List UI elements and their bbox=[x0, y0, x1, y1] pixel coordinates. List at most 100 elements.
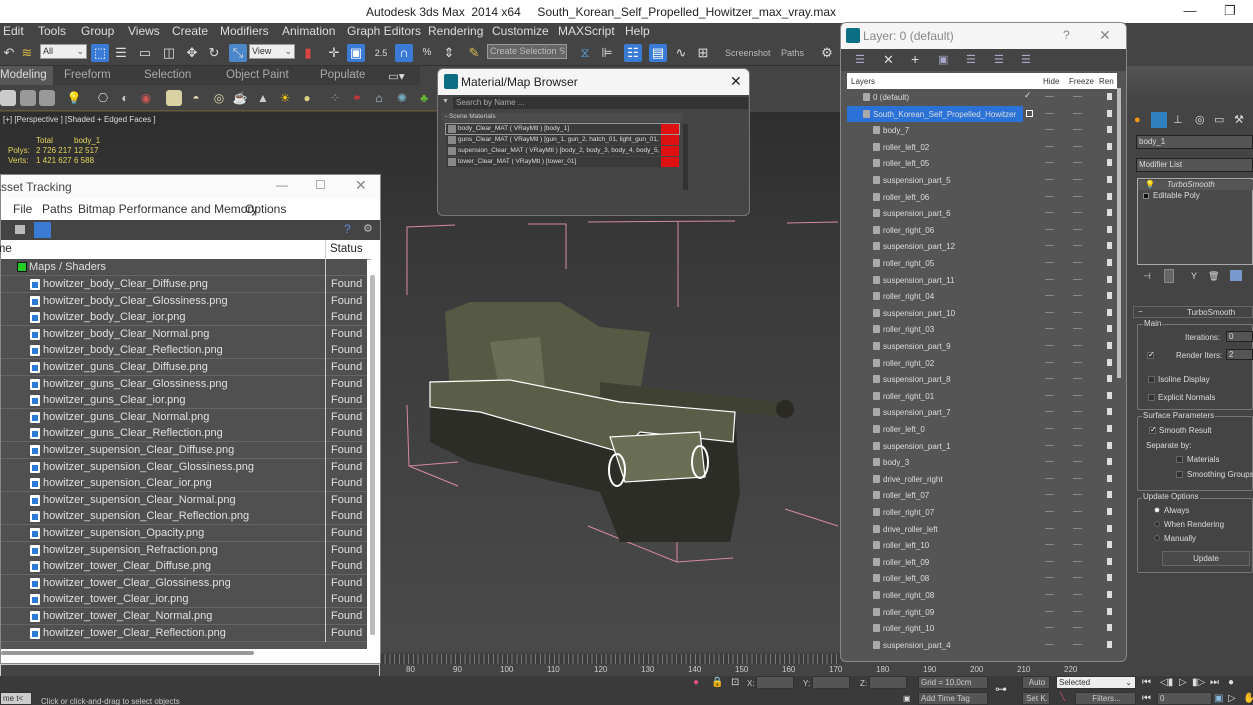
close-icon[interactable]: ✕ bbox=[1099, 27, 1111, 44]
asset-row[interactable]: howitzer_tower_Clear_Glossiness.png Found bbox=[1, 574, 367, 592]
asset-row[interactable]: howitzer_supension_Clear_Reflection.png F… bbox=[1, 508, 367, 526]
object-row[interactable]: suspension_part_10 bbox=[847, 305, 1113, 322]
half-sphere-icon[interactable]: ◐ bbox=[117, 90, 133, 106]
turbosmooth-rollout-header[interactable]: − TurboSmooth bbox=[1133, 306, 1253, 318]
transform-mode-icon[interactable]: ⊡ bbox=[731, 677, 739, 688]
play-icon[interactable]: ▷ bbox=[1179, 677, 1187, 688]
object-row[interactable]: roller_left_07 bbox=[847, 487, 1113, 504]
key-mode-icon[interactable]: ⊶ bbox=[995, 682, 1007, 696]
spinner-snap-icon[interactable]: ⇕ bbox=[440, 44, 458, 62]
vertical-scrollbar[interactable] bbox=[683, 124, 688, 190]
render-toggle-icon[interactable] bbox=[1107, 176, 1112, 183]
grid-icon[interactable] bbox=[39, 90, 55, 106]
time-tag-icon[interactable]: ▣ bbox=[903, 694, 911, 703]
render-toggle-icon[interactable] bbox=[1107, 508, 1112, 515]
thumbnail-view-icon[interactable] bbox=[15, 225, 25, 234]
hide-toggle[interactable] bbox=[1045, 145, 1054, 147]
render-toggle-icon[interactable] bbox=[1107, 425, 1112, 432]
auto-key-button[interactable]: Auto bbox=[1022, 676, 1050, 689]
hierarchy-tab-icon[interactable]: ⊥ bbox=[1173, 113, 1183, 126]
rotate-icon[interactable]: ↻ bbox=[205, 44, 223, 62]
material-row[interactable]: guns_Clear_MAT ( VRayMtl ) [gun_1, gun_2… bbox=[446, 135, 679, 145]
menu-create[interactable]: Create bbox=[172, 24, 208, 38]
hide-toggle[interactable] bbox=[1045, 544, 1054, 546]
asset-row[interactable]: howitzer_guns_Clear_Reflection.png Found bbox=[1, 425, 367, 443]
object-row[interactable]: roller_right_04 bbox=[847, 288, 1113, 305]
move-icon[interactable]: ✥ bbox=[183, 44, 201, 62]
hide-all-icon[interactable]: ☰ bbox=[994, 53, 1004, 66]
asset-row[interactable]: howitzer_guns_Clear_ior.png Found bbox=[1, 392, 367, 410]
remove-modifier-icon[interactable]: 🗑 bbox=[1208, 271, 1219, 282]
hide-toggle[interactable] bbox=[1045, 129, 1054, 131]
make-unique-icon[interactable]: Y bbox=[1191, 271, 1197, 281]
render-toggle-icon[interactable] bbox=[1107, 375, 1112, 383]
object-row[interactable]: suspension_part_8 bbox=[847, 371, 1113, 388]
hide-toggle[interactable] bbox=[1045, 212, 1054, 214]
lock-icon[interactable]: 🔒 bbox=[711, 677, 723, 688]
object-row[interactable]: suspension_part_7 bbox=[847, 404, 1113, 421]
keyboard-shortcut-toggle-icon[interactable]: ▣ bbox=[347, 44, 365, 62]
object-row[interactable]: suspension_part_9 bbox=[847, 338, 1113, 355]
zoom-extents-icon[interactable]: ▣ bbox=[1214, 693, 1223, 704]
object-row[interactable]: roller_right_09 bbox=[847, 604, 1113, 621]
tab-object-paint[interactable]: Object Paint bbox=[226, 69, 289, 81]
render-toggle-icon[interactable] bbox=[1107, 292, 1112, 300]
menu-rendering[interactable]: Rendering bbox=[428, 24, 483, 38]
stack-item-editable-poly[interactable]: Editable Poly bbox=[1138, 191, 1253, 201]
render-toggle-icon[interactable] bbox=[1107, 325, 1112, 333]
maxscript-mini-listener[interactable]: me t< bbox=[0, 692, 32, 705]
iterations-spinner[interactable]: 0 bbox=[1226, 331, 1253, 342]
align-icon[interactable]: ⊫ bbox=[598, 44, 616, 62]
menu-tools[interactable]: Tools bbox=[38, 24, 66, 38]
tab-populate[interactable]: Populate bbox=[320, 69, 365, 81]
settings-icon[interactable]: ⚙ bbox=[363, 222, 373, 235]
render-toggle-icon[interactable] bbox=[1107, 342, 1112, 349]
object-row[interactable]: suspension_part_1 bbox=[847, 438, 1113, 455]
column-freeze[interactable]: Freeze bbox=[1069, 77, 1094, 86]
object-row[interactable]: roller_right_06 bbox=[847, 222, 1113, 239]
object-row[interactable]: body_3 bbox=[847, 454, 1113, 471]
add-time-tag-button[interactable]: Add Time Tag bbox=[918, 692, 988, 705]
object-row[interactable]: body_7 bbox=[847, 122, 1113, 139]
hide-toggle[interactable] bbox=[1045, 345, 1054, 346]
column-render[interactable]: Ren bbox=[1099, 77, 1114, 86]
freeze-toggle[interactable] bbox=[1073, 594, 1082, 595]
hide-toggle[interactable] bbox=[1045, 477, 1054, 479]
asset-row[interactable]: howitzer_tower_Clear_Reflection.png Found bbox=[1, 624, 367, 642]
key-filters-button[interactable]: Filters... bbox=[1075, 692, 1136, 705]
isolate-icon[interactable]: ● bbox=[693, 677, 699, 688]
asset-row[interactable]: howitzer_tower_Clear_Diffuse.png Found bbox=[1, 558, 367, 576]
object-row[interactable]: roller_right_10 bbox=[847, 620, 1113, 637]
camera-icon[interactable]: ⎔ bbox=[95, 90, 111, 106]
render-toggle-icon[interactable] bbox=[1107, 474, 1112, 482]
search-options-icon[interactable]: ▼ bbox=[442, 98, 449, 105]
render-iters-checkbox[interactable] bbox=[1147, 350, 1155, 359]
object-row[interactable]: roller_left_08 bbox=[847, 570, 1113, 587]
utilities-tab-icon[interactable]: ⚒ bbox=[1234, 113, 1244, 126]
select-objects-icon[interactable]: ▣ bbox=[938, 53, 948, 66]
active-layer-check-icon[interactable]: ✓ bbox=[1024, 90, 1032, 101]
freeze-toggle[interactable] bbox=[1073, 179, 1082, 180]
scene-icon[interactable] bbox=[0, 90, 16, 106]
create-layer-icon[interactable]: ☰ bbox=[855, 53, 865, 66]
hide-toggle[interactable] bbox=[1045, 179, 1054, 180]
render-toggle-icon[interactable] bbox=[1107, 142, 1112, 150]
radio-always[interactable] bbox=[1154, 507, 1160, 513]
hide-toggle[interactable] bbox=[1045, 643, 1054, 645]
object-row[interactable]: roller_right_07 bbox=[847, 504, 1113, 521]
object-row[interactable]: roller_left_06 bbox=[847, 189, 1113, 206]
freeze-toggle[interactable] bbox=[1073, 162, 1082, 164]
screenshot-button[interactable]: Screenshot bbox=[725, 48, 771, 58]
key-filter-dropdown[interactable]: Selected ⌄ bbox=[1056, 676, 1136, 689]
hide-toggle[interactable] bbox=[1045, 195, 1054, 197]
hide-toggle[interactable] bbox=[1045, 560, 1054, 562]
render-iters-spinner[interactable]: 2 bbox=[1226, 349, 1253, 360]
hide-toggle[interactable] bbox=[1045, 228, 1054, 230]
goto-end-icon[interactable]: ⏭ bbox=[1210, 677, 1219, 688]
explicit-normals-checkbox[interactable] bbox=[1148, 394, 1155, 401]
render-toggle-icon[interactable] bbox=[1107, 109, 1112, 117]
vertical-scrollbar[interactable] bbox=[370, 275, 375, 635]
asset-row[interactable]: howitzer_body_Clear_Glossiness.png Found bbox=[1, 292, 367, 310]
freeze-toggle[interactable] bbox=[1073, 577, 1082, 579]
create-tab-icon[interactable]: ● bbox=[1134, 114, 1141, 126]
